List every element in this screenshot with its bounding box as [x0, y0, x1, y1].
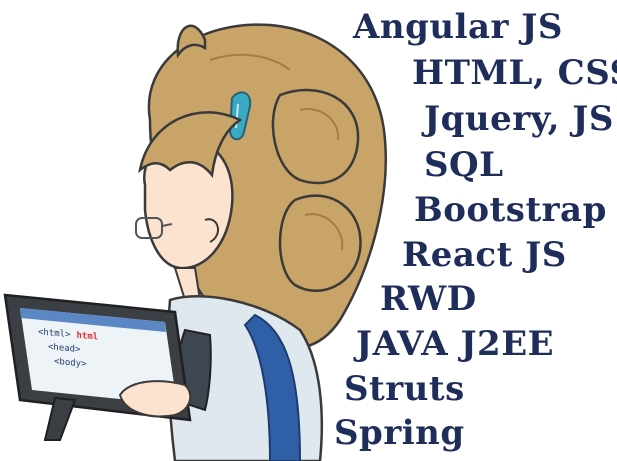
skill-item: RWD	[380, 279, 477, 319]
skill-item: Struts	[344, 369, 465, 409]
skill-item: SQL	[424, 145, 504, 185]
skills-banner: <html> html <head> <body> Angular JS HTM…	[0, 0, 617, 461]
screen-badge: html	[76, 330, 99, 343]
skill-item: Jquery, JS	[424, 99, 614, 139]
screen-line: <head>	[48, 342, 81, 356]
skill-item: Bootstrap	[414, 190, 607, 230]
skill-item: React JS	[402, 235, 567, 275]
skill-item: HTML, CSS	[412, 53, 617, 93]
skill-item: JAVA J2EE	[356, 324, 555, 364]
tablet-screen-code: <html> html <head> <body>	[38, 327, 98, 370]
skill-item: Spring	[334, 413, 465, 453]
skill-item: Angular JS	[353, 7, 563, 47]
